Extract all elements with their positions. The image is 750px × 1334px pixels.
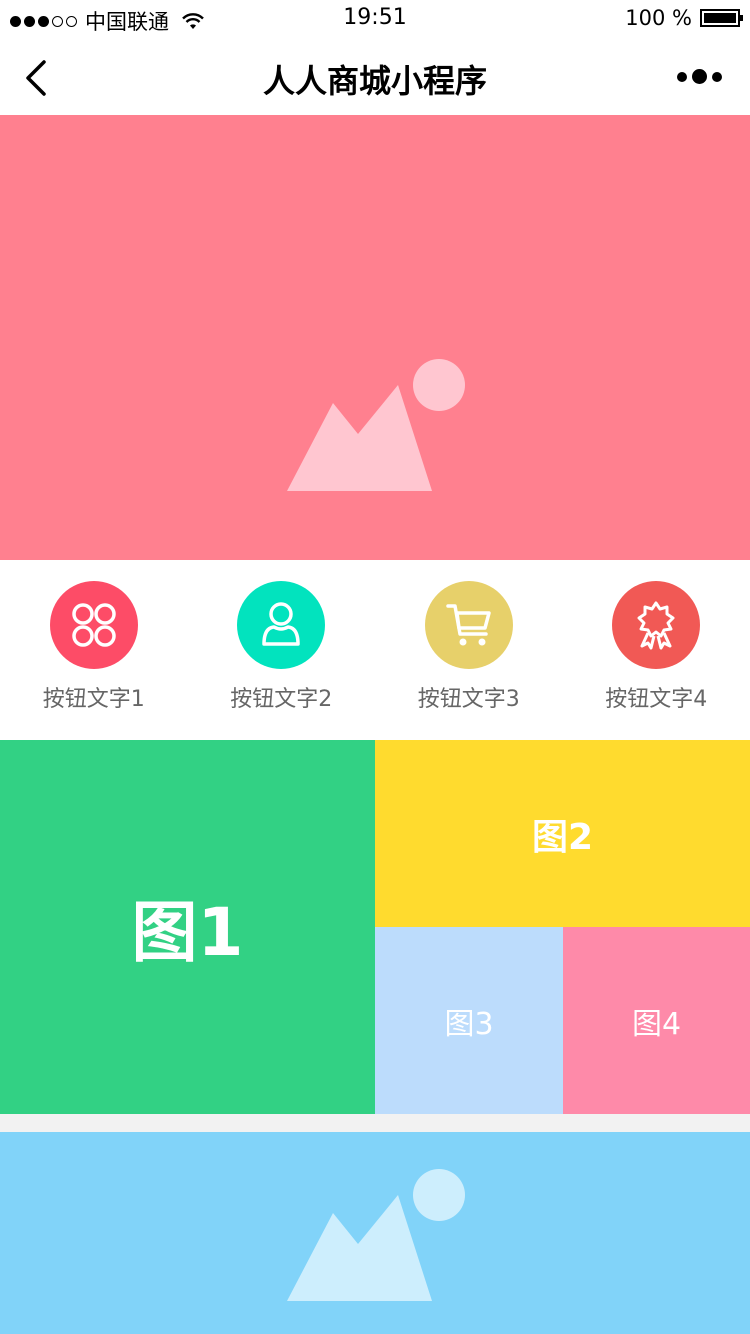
grid-icon [49, 581, 138, 669]
button-1-label: 按钮文字1 [42, 687, 145, 712]
button-1[interactable]: 按钮文字1 [0, 560, 188, 740]
status-right: 100 % [625, 6, 743, 30]
button-4[interactable]: 按钮文字4 [563, 560, 750, 740]
nav-bar: 人人商城小程序 [0, 40, 750, 115]
image-placeholder-icon [287, 1169, 465, 1301]
tile-1-label: 图1 [131, 894, 244, 971]
button-3-label: 按钮文字3 [417, 687, 520, 712]
button-2[interactable]: 按钮文字2 [188, 560, 376, 740]
banner-carousel[interactable] [0, 115, 750, 648]
tile-3-label: 图3 [444, 1006, 494, 1042]
button-4-label: 按钮文字4 [605, 687, 708, 712]
icon-button-row: 按钮文字1 按钮文字2 按钮文字3 按钮文字4 [0, 560, 750, 740]
status-bar: 中国联通 19:51 100 % [0, 0, 750, 40]
battery-percent: 100 % [625, 6, 692, 30]
banner-2[interactable] [0, 1132, 750, 1334]
tile-2-label: 图2 [531, 816, 594, 858]
tile-1[interactable]: 图1 [0, 740, 375, 1114]
tile-4[interactable]: 图4 [563, 927, 750, 1114]
tile-4-label: 图4 [631, 1006, 682, 1042]
user-icon [237, 581, 326, 669]
more-icon[interactable] [677, 69, 722, 84]
tile-3[interactable]: 图3 [375, 927, 563, 1114]
image-placeholder-icon [287, 359, 465, 491]
tile-2[interactable]: 图2 [375, 740, 750, 927]
battery-icon [700, 9, 743, 27]
badge-icon [612, 581, 701, 669]
page-title: 人人商城小程序 [262, 62, 487, 100]
cart-icon [424, 581, 513, 669]
image-grid: 图1 图2 图3 图4 [0, 740, 750, 1114]
button-2-label: 按钮文字2 [230, 687, 333, 712]
button-3[interactable]: 按钮文字3 [375, 560, 563, 740]
